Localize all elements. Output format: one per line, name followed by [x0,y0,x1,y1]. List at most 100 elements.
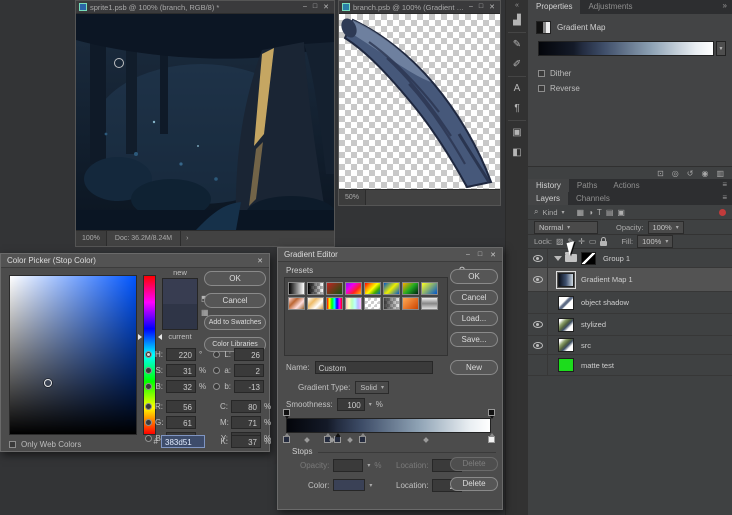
midpoint-diamond[interactable] [346,437,353,443]
only-web-colors-checkbox[interactable] [9,441,16,448]
reset-icon[interactable]: ↺ [687,169,694,178]
adjustment-filter-icon[interactable]: ◑ [588,208,593,217]
adjustment-thumbnail[interactable] [556,270,576,289]
gradient-preset[interactable] [364,282,381,295]
opacity-stop[interactable] [283,409,290,419]
a-field[interactable]: 2 [234,364,264,377]
visibility-toggle[interactable] [528,292,548,313]
add-to-swatches-button[interactable]: Add to Swatches [204,315,266,330]
minimize-icon[interactable]: – [303,3,307,11]
s-radio[interactable] [145,367,152,374]
gradient-preset[interactable] [364,297,381,310]
clip-to-layer-icon[interactable]: ⊡ [657,169,664,178]
lock-artboard-icon[interactable]: ▭ [589,237,597,246]
maximize-icon[interactable]: □ [479,3,483,11]
filter-toggle[interactable] [719,208,726,216]
gradient-type-select[interactable]: Solid ▾ [355,381,390,394]
layer-name[interactable]: object shadow [581,298,629,307]
current-color-swatch[interactable] [163,304,197,329]
panel-menu-icon[interactable]: ≡ [717,179,732,192]
color-stop[interactable] [488,433,495,443]
collapse-panels-icon[interactable]: » [718,0,732,14]
layer-thumbnail[interactable] [558,338,574,352]
g-radio[interactable] [145,419,152,426]
dither-checkbox[interactable] [538,70,545,77]
layer-name[interactable]: Gradient Map 1 [581,275,633,284]
k-field[interactable]: 37 [231,435,261,448]
cancel-button[interactable]: Cancel [450,290,498,305]
adjustments-icon[interactable]: ◧ [509,144,526,161]
b-field[interactable]: 32 [166,380,196,393]
save-button[interactable]: Save... [450,332,498,347]
ok-button[interactable]: OK [204,271,266,286]
opacity-stops-track[interactable] [283,409,495,419]
gradient-preset[interactable] [326,282,343,295]
libraries-icon[interactable]: ▣ [509,124,526,141]
sprite-canvas[interactable] [76,14,334,230]
layer-row-group1[interactable]: Group 1 [528,249,732,268]
gradient-preset[interactable] [383,297,400,310]
tab-adjustments[interactable]: Adjustments [580,0,640,14]
visibility-toggle[interactable] [528,268,548,291]
paragraph-icon[interactable]: ¶ [509,100,526,117]
s-field[interactable]: 31 [166,364,196,377]
layer-name[interactable]: Group 1 [603,254,630,263]
layer-thumbnail[interactable] [558,358,574,372]
group-filter-icon[interactable]: ▤ [606,208,614,217]
r-radio[interactable] [145,403,152,410]
tab-actions[interactable]: Actions [605,179,647,192]
maximize-icon[interactable]: □ [313,3,317,11]
layer-name[interactable]: stylized [581,320,606,329]
close-icon[interactable]: ✕ [323,3,329,11]
lock-transparency-icon[interactable]: ▨ [556,237,564,246]
filter-kind-select[interactable]: Kind [542,208,557,217]
tab-properties[interactable]: Properties [528,0,581,14]
m-field[interactable]: 71 [231,416,261,429]
gradient-preset[interactable] [288,297,305,310]
lock-position-icon[interactable]: ✛ [578,237,585,246]
color-picker-titlebar[interactable]: Color Picker (Stop Color) ✕ [1,254,269,268]
fill-select[interactable]: 100% ▾ [637,235,674,248]
opacity-stop[interactable] [488,409,495,419]
gradient-preset[interactable] [307,297,324,310]
gradient-preset[interactable] [307,282,324,295]
new-button[interactable]: New [450,360,498,375]
visibility-toggle[interactable] [528,336,548,354]
tab-paths[interactable]: Paths [569,179,605,192]
l-field[interactable]: 26 [234,348,264,361]
gradient-preset[interactable] [402,297,419,310]
b-radio[interactable] [145,383,152,390]
color-stops-track[interactable] [283,433,495,444]
midpoint-diamond[interactable] [303,437,310,443]
visibility-icon[interactable]: ◉ [701,169,708,178]
visibility-toggle[interactable] [528,314,548,335]
gradient-dropdown-icon[interactable]: ▼ [716,41,726,56]
stop-color-swatch[interactable] [333,479,366,491]
brushes-icon[interactable]: ✐ [509,56,526,73]
saturation-brightness-field[interactable] [9,275,137,435]
tab-history[interactable]: History [528,179,569,192]
gradient-preset[interactable] [288,282,305,295]
chevron-down-icon[interactable] [554,255,562,261]
layer-thumbnail[interactable] [558,295,574,310]
hue-slider-arrow[interactable] [138,334,142,340]
character-icon[interactable]: A [509,80,526,97]
color-field-cursor[interactable] [44,379,52,387]
panel-menu-icon[interactable]: ≡ [717,192,732,205]
pixel-filter-icon[interactable]: ▦ [577,208,585,217]
l-radio[interactable] [213,351,220,358]
close-icon[interactable]: ✕ [257,257,263,265]
gradient-preset[interactable] [383,282,400,295]
layer-name[interactable]: src [581,341,591,350]
branch-titlebar[interactable]: branch.psb @ 100% (Gradient Map... – □ ✕ [339,1,500,14]
lab-b-radio[interactable] [213,383,220,390]
visibility-toggle[interactable] [528,249,548,267]
hex-field[interactable]: 383d51 [161,435,205,448]
color-stop[interactable] [358,433,366,443]
g-field[interactable]: 61 [166,416,196,429]
layer-mask-thumbnail[interactable] [581,251,596,265]
brush-settings-icon[interactable]: ✎ [509,36,526,53]
layer-row-object-shadow[interactable]: object shadow [528,292,732,314]
close-icon[interactable]: ✕ [490,251,496,259]
r-field[interactable]: 56 [166,400,196,413]
